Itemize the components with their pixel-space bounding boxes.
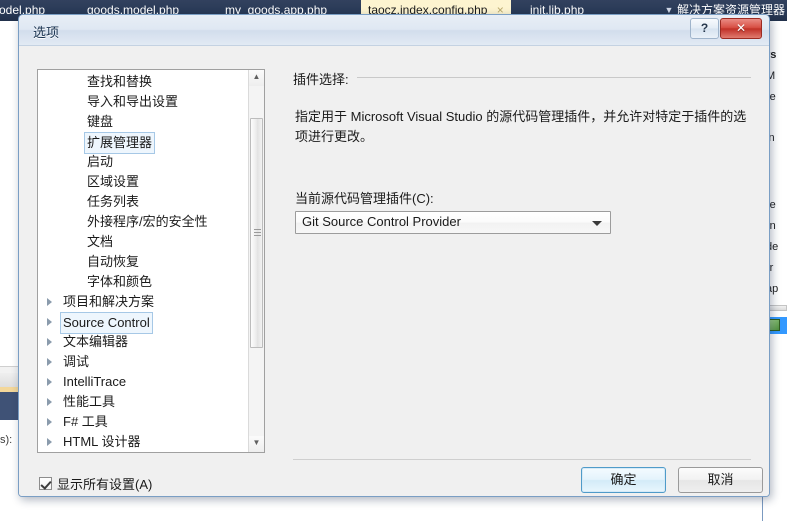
tree-item-extension-manager[interactable]: 扩展管理器 [38, 132, 248, 154]
tree-item-label: 导入和导出设置 [87, 94, 179, 109]
scroll-down-icon[interactable]: ▼ [249, 436, 264, 452]
tree-item-label: 任务列表 [87, 194, 140, 209]
tree-item-html-designer[interactable]: HTML 设计器 [38, 432, 248, 452]
chevron-right-icon[interactable] [47, 418, 52, 426]
panel-header-rule [293, 77, 751, 78]
tree-item-label: 自动恢复 [87, 254, 140, 269]
ok-button[interactable]: 确定 [581, 467, 666, 493]
tree-item-addin-macro-security[interactable]: 外接程序/宏的安全性 [38, 212, 248, 232]
tree-item-label: 字体和颜色 [87, 274, 153, 289]
tree-item-task-list[interactable]: 任务列表 [38, 192, 248, 212]
checkbox-icon[interactable] [39, 477, 52, 490]
tree-item-label: Source Control [60, 312, 153, 334]
tree-item-label: 外接程序/宏的安全性 [87, 214, 208, 229]
scrollbar-thumb[interactable] [250, 118, 263, 348]
scroll-up-icon[interactable]: ▲ [249, 70, 264, 86]
dialog-title: 选项 [33, 25, 60, 40]
dialog-body: 查找和替换 导入和导出设置 键盘 扩展管理器 启动 区域设置 任务列表 外接程序… [19, 46, 769, 496]
combo-label: 当前源代码管理插件(C): [295, 191, 434, 206]
tree-item-performance-tools[interactable]: 性能工具 [38, 392, 248, 412]
tree-item-label: HTML 设计器 [63, 434, 141, 449]
scrollbar-grip-icon [254, 229, 261, 237]
tree-item-intellitrace[interactable]: IntelliTrace [38, 372, 248, 392]
cancel-button[interactable]: 取消 [678, 467, 763, 493]
source-control-plugin-select[interactable]: Git Source Control Provider [295, 211, 611, 234]
panel-description: 指定用于 Microsoft Visual Studio 的源代码管理插件，并允… [295, 109, 747, 144]
tree-item-label: 文本编辑器 [63, 334, 129, 349]
chevron-right-icon[interactable] [47, 338, 52, 346]
tree-item-fonts-and-colors[interactable]: 字体和颜色 [38, 272, 248, 292]
options-dialog: 选项 ? ✕ 查找和替换 导入和导出设置 键盘 扩展管理器 启动 区域设置 任务… [18, 14, 770, 497]
tree-item-label: IntelliTrace [63, 374, 127, 389]
tree-item-documents[interactable]: 文档 [38, 232, 248, 252]
chevron-right-icon[interactable] [47, 378, 52, 386]
tree-item-find-replace[interactable]: 查找和替换 [38, 72, 248, 92]
tree-item-import-export[interactable]: 导入和导出设置 [38, 92, 248, 112]
footer-divider [293, 459, 751, 460]
tree-item-label: 键盘 [87, 114, 114, 129]
dialog-title-bar[interactable]: 选项 ? ✕ [19, 15, 769, 46]
options-detail-panel: 插件选择: 指定用于 Microsoft Visual Studio 的源代码管… [293, 69, 751, 453]
chevron-right-icon[interactable] [47, 298, 52, 306]
tree-item-source-control[interactable]: Source Control [38, 312, 248, 334]
tree-item-projects-and-solutions[interactable]: 项目和解决方案 [38, 292, 248, 312]
tree-item-startup[interactable]: 启动 [38, 152, 248, 172]
panel-section-label: 插件选择: [293, 69, 357, 88]
help-button[interactable]: ? [690, 18, 719, 39]
tree-item-international-settings[interactable]: 区域设置 [38, 172, 248, 192]
tree-item-label: 项目和解决方案 [63, 294, 155, 309]
show-all-settings-label: 显示所有设置(A) [57, 477, 153, 492]
chevron-right-icon[interactable] [47, 398, 52, 406]
tree-item-label: 性能工具 [63, 394, 116, 409]
editor-left-code-text: s): [0, 434, 13, 446]
tree-item-keyboard[interactable]: 键盘 [38, 112, 248, 132]
options-tree-list: 查找和替换 导入和导出设置 键盘 扩展管理器 启动 区域设置 任务列表 外接程序… [38, 72, 248, 452]
close-button[interactable]: ✕ [720, 18, 762, 39]
tree-item-fsharp-tools[interactable]: F# 工具 [38, 412, 248, 432]
source-control-plugin-value: Git Source Control Provider [302, 214, 461, 229]
tree-item-label: 区域设置 [87, 174, 140, 189]
chevron-right-icon[interactable] [47, 438, 52, 446]
tree-item-debugging[interactable]: 调试 [38, 352, 248, 372]
tree-item-label: 启动 [87, 154, 114, 169]
chevron-right-icon[interactable] [47, 358, 52, 366]
tree-scrollbar[interactable]: ▲ ▼ [248, 70, 264, 452]
chevron-down-icon[interactable] [592, 221, 602, 226]
options-tree[interactable]: 查找和替换 导入和导出设置 键盘 扩展管理器 启动 区域设置 任务列表 外接程序… [37, 69, 265, 453]
tree-item-label: 扩展管理器 [84, 132, 156, 154]
show-all-settings-checkbox[interactable]: 显示所有设置(A) [39, 474, 152, 493]
tree-item-text-editor[interactable]: 文本编辑器 [38, 332, 248, 352]
tree-item-label: F# 工具 [63, 414, 108, 429]
chevron-right-icon[interactable] [47, 318, 52, 326]
tree-item-label: 调试 [63, 354, 90, 369]
tree-item-label: 文档 [87, 234, 114, 249]
panel-section-header: 插件选择: [293, 69, 751, 88]
tree-item-autorecover[interactable]: 自动恢复 [38, 252, 248, 272]
tree-item-label: 查找和替换 [87, 74, 153, 89]
